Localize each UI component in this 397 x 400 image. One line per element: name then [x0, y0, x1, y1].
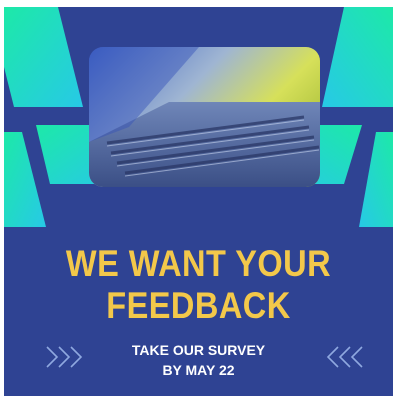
top-left-shape — [4, 7, 83, 107]
headline-line-1: WE WANT YOUR — [65, 243, 332, 284]
lower-right-shape — [359, 132, 393, 227]
feedback-poster: WE WANT YOUR FEEDBACK TAKE OUR SURVEY BY… — [4, 7, 393, 396]
chevron-right-triple-icon — [46, 346, 83, 368]
top-right-shape — [322, 7, 393, 107]
lower-left-shape — [4, 132, 46, 227]
laptop-keyboard-photo — [89, 47, 320, 187]
headline-line-2: FEEDBACK — [106, 285, 291, 326]
chevron-left-triple-icon — [326, 346, 363, 368]
